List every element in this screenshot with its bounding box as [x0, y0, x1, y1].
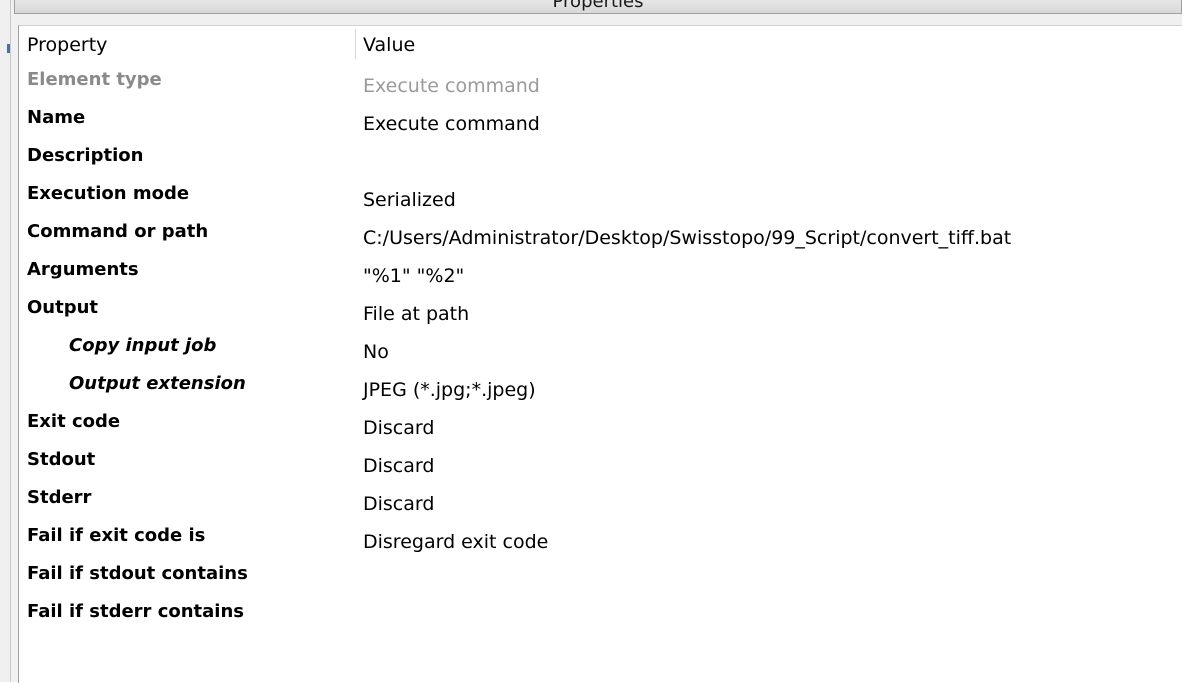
property-name: Exit code	[27, 411, 121, 432]
property-value[interactable]: File at path	[363, 303, 469, 325]
property-value[interactable]: Disregard exit code	[363, 531, 548, 553]
property-rows: Element type Execute command Name Execute c…	[19, 64, 1182, 634]
column-header-property[interactable]: Property	[27, 34, 107, 56]
property-name: Element type	[27, 69, 162, 90]
property-value: Execute command	[363, 75, 540, 97]
property-row[interactable]: Description	[19, 140, 1182, 178]
property-name: Stderr	[27, 487, 92, 508]
column-header-row: Property Value	[19, 26, 1182, 64]
property-name: Description	[27, 145, 144, 166]
property-row[interactable]: Fail if stdout contains	[19, 558, 1182, 596]
property-row[interactable]: Stdout Discard	[19, 444, 1182, 482]
property-name: Execution mode	[27, 183, 190, 204]
property-value[interactable]: Discard	[363, 493, 434, 515]
property-value[interactable]: Discard	[363, 417, 434, 439]
properties-window: Properties Property Value Element type Ex…	[0, 0, 1182, 683]
properties-grid: Property Value Element type Execute comma…	[18, 25, 1182, 683]
property-row[interactable]: Execution mode Serialized	[19, 178, 1182, 216]
property-name: Fail if stderr contains	[27, 601, 244, 622]
property-row[interactable]: Element type Execute command	[19, 64, 1182, 102]
property-row[interactable]: Exit code Discard	[19, 406, 1182, 444]
property-name: Command or path	[27, 221, 209, 242]
left-splitter[interactable]	[0, 0, 11, 682]
property-value[interactable]: Serialized	[363, 189, 456, 211]
column-header-value[interactable]: Value	[363, 34, 415, 56]
property-row[interactable]: Fail if exit code is Disregard exit code	[19, 520, 1182, 558]
property-row[interactable]: Fail if stderr contains	[19, 596, 1182, 634]
property-row[interactable]: Copy input job No	[19, 330, 1182, 368]
column-divider[interactable]	[355, 29, 356, 59]
property-value[interactable]: C:/Users/Administrator/Desktop/Swisstopo…	[363, 227, 1011, 249]
property-name: Stdout	[27, 449, 96, 470]
property-value[interactable]: Discard	[363, 455, 434, 477]
property-name: Output	[27, 297, 99, 318]
splitter-marker	[7, 44, 10, 53]
property-value[interactable]: Execute command	[363, 113, 540, 135]
property-name: Output extension	[69, 373, 246, 394]
property-name: Copy input job	[69, 335, 217, 356]
property-row[interactable]: Stderr Discard	[19, 482, 1182, 520]
property-row[interactable]: Command or path C:/Users/Administrator/De…	[19, 216, 1182, 254]
property-value[interactable]: No	[363, 341, 389, 363]
property-name: Name	[27, 107, 86, 128]
property-name: Arguments	[27, 259, 139, 280]
property-row[interactable]: Name Execute command	[19, 102, 1182, 140]
property-value[interactable]: "%1" "%2"	[363, 265, 464, 287]
panel-header: Properties	[14, 0, 1182, 14]
property-row[interactable]: Output File at path	[19, 292, 1182, 330]
property-row[interactable]: Output extension JPEG (*.jpg;*.jpeg)	[19, 368, 1182, 406]
property-row[interactable]: Arguments "%1" "%2"	[19, 254, 1182, 292]
property-name: Fail if stdout contains	[27, 563, 248, 584]
property-name: Fail if exit code is	[27, 525, 206, 546]
property-value[interactable]: JPEG (*.jpg;*.jpeg)	[363, 379, 536, 401]
panel-title: Properties	[552, 0, 644, 12]
